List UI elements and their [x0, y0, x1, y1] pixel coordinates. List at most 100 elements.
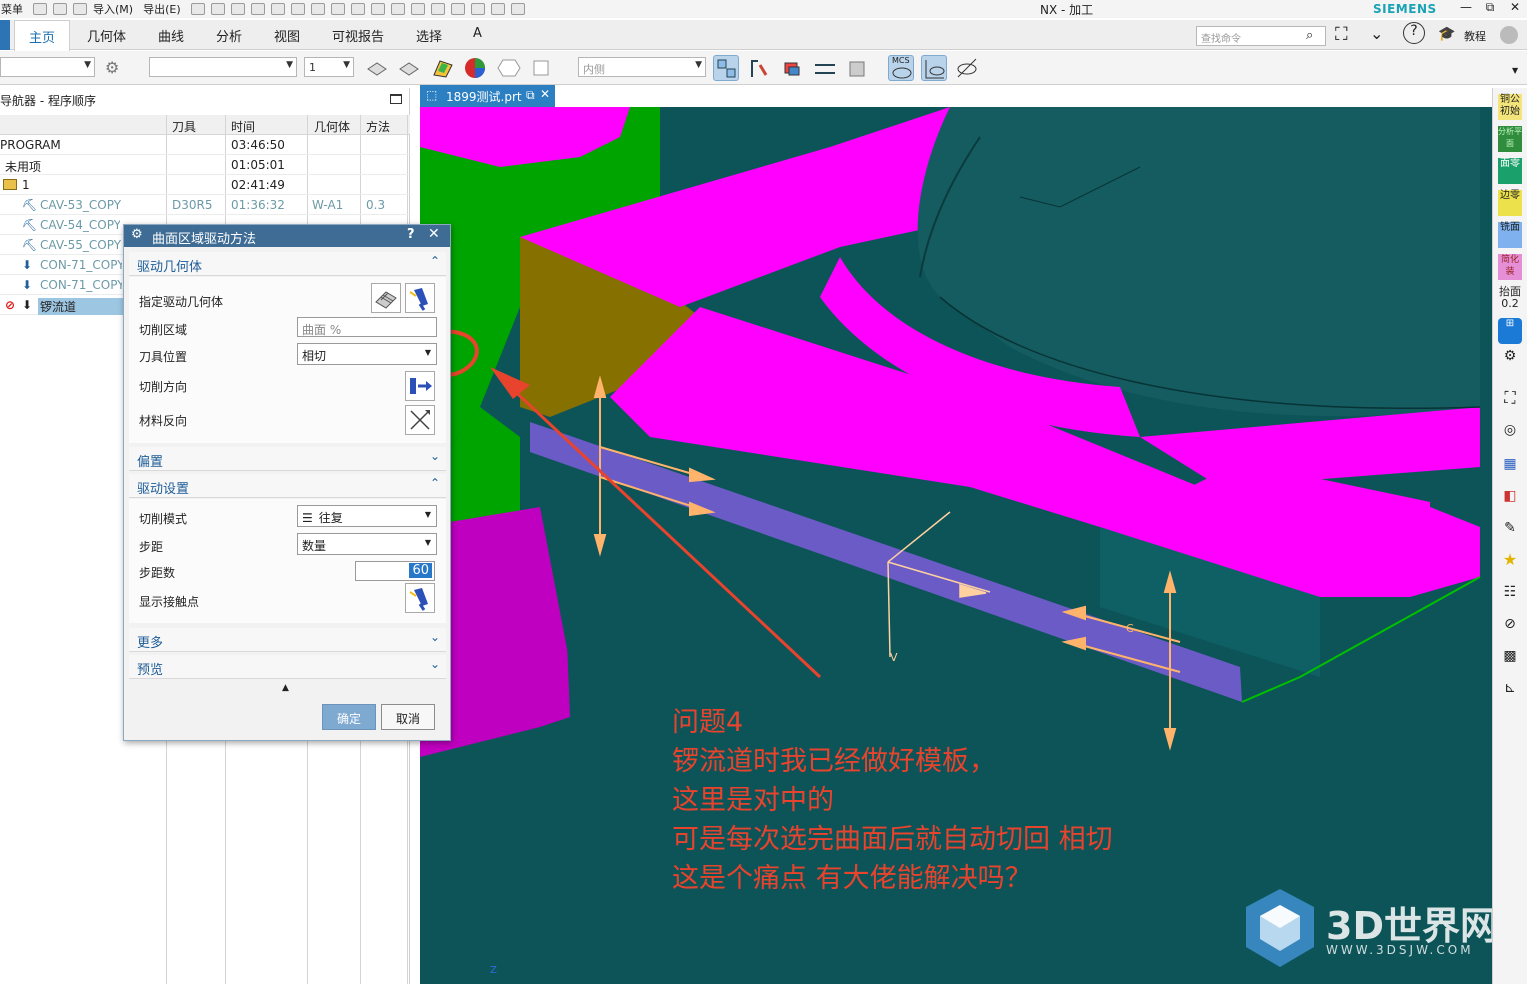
- machining-method-view-icon[interactable]: [812, 55, 838, 81]
- cut-pattern-select[interactable]: ☰ 往复 ▼: [297, 505, 437, 527]
- select-surface-button[interactable]: [371, 283, 401, 313]
- group-drive-settings[interactable]: 驱动设置 ⌃: [129, 474, 446, 498]
- axis-eye-icon[interactable]: ⊾: [1498, 681, 1522, 708]
- chevron-down-icon[interactable]: ⌄: [1370, 24, 1383, 43]
- new-file-icon[interactable]: [33, 3, 47, 15]
- hexagon-icon[interactable]: [496, 55, 522, 81]
- hide-eye-icon[interactable]: ◎: [1498, 423, 1522, 450]
- tab-selection[interactable]: 选择: [416, 26, 442, 45]
- trim-icon[interactable]: [490, 3, 505, 15]
- dialog-titlebar[interactable]: ⚙ 曲面区域驱动方法 ? ✕: [124, 225, 450, 247]
- tab-home[interactable]: 主页: [14, 20, 71, 51]
- part-file-tab[interactable]: ⬚ 1899测试.prt ⧉ ✕: [420, 85, 555, 107]
- group-more[interactable]: 更多 ⌄: [129, 628, 446, 652]
- tool-view-icon[interactable]: ✎: [1498, 521, 1522, 548]
- stepover-select[interactable]: 数量 ▼: [297, 533, 437, 555]
- window-icon[interactable]: [510, 3, 525, 15]
- program-view-icon[interactable]: ▦: [1498, 457, 1522, 484]
- tutorial-link[interactable]: 教程: [1464, 28, 1486, 44]
- geometry-view-icon[interactable]: [779, 55, 805, 81]
- sketch-icon[interactable]: [290, 3, 305, 15]
- tab-geometry[interactable]: 几何体: [87, 26, 126, 45]
- flashlight-icon[interactable]: [405, 283, 435, 313]
- dialog-close-button[interactable]: ✕: [428, 226, 440, 242]
- analysis-plane-icon[interactable]: 分析平面: [1498, 126, 1522, 152]
- import-menu[interactable]: 导入(M): [93, 1, 133, 17]
- maximize-icon[interactable]: [390, 94, 402, 104]
- count-combo[interactable]: 1 ▼: [304, 57, 354, 77]
- cut-area-field[interactable]: 曲面 %: [297, 317, 437, 337]
- group-preview[interactable]: 预览 ⌄: [129, 655, 446, 679]
- col-method[interactable]: 方法: [366, 118, 390, 135]
- curve-icon[interactable]: [250, 3, 265, 15]
- fullscreen-icon[interactable]: ⛶: [1335, 24, 1348, 45]
- feature-icon[interactable]: [330, 3, 345, 15]
- color-wheel-icon[interactable]: [462, 55, 488, 81]
- method-view-icon[interactable]: ☷: [1498, 585, 1522, 612]
- restore-button[interactable]: ⧉: [1480, 0, 1500, 15]
- collapse-arrow-icon[interactable]: ▲: [282, 683, 289, 693]
- copper-initial-icon[interactable]: 铜公初始: [1498, 94, 1522, 120]
- inner-side-combo[interactable]: 内侧 ▼: [578, 57, 706, 77]
- edge-zero-icon[interactable]: 边零: [1498, 190, 1522, 216]
- close-tab-icon[interactable]: ✕: [540, 87, 550, 101]
- tab-a[interactable]: A: [473, 26, 482, 41]
- table-row[interactable]: ⛏ CAV-53_COPY D30R5 01:36:32 W-A1 0.3: [0, 195, 410, 215]
- help-icon[interactable]: ?: [1403, 22, 1425, 44]
- ok-button[interactable]: 确定: [322, 704, 376, 730]
- col-tool[interactable]: 刀具: [172, 118, 196, 135]
- star-icon[interactable]: ★: [1498, 552, 1522, 580]
- settings-gear-icon[interactable]: ⚙: [105, 58, 119, 77]
- group-drive-geometry[interactable]: 驱动几何体 ⌃: [129, 252, 446, 276]
- color-palette-icon[interactable]: [430, 55, 456, 81]
- cut-direction-button[interactable]: [405, 371, 435, 401]
- cancel-button[interactable]: 取消: [381, 704, 435, 730]
- mill-face-icon[interactable]: 铣面: [1498, 222, 1522, 248]
- blend-icon[interactable]: [450, 3, 465, 15]
- pattern-icon[interactable]: [350, 3, 365, 15]
- help-button[interactable]: ?: [407, 227, 415, 242]
- block-icon[interactable]: [370, 3, 385, 15]
- machine-tool-view-icon[interactable]: [746, 55, 772, 81]
- menu-button[interactable]: 菜单: [1, 1, 23, 17]
- user-avatar[interactable]: [1500, 26, 1518, 44]
- graduation-cap-icon[interactable]: 🎓: [1438, 26, 1455, 42]
- tab-visual-report[interactable]: 可视报告: [332, 26, 384, 45]
- windows-icon[interactable]: ⊞: [1498, 318, 1522, 344]
- geometry-view-icon[interactable]: ◧: [1498, 489, 1522, 516]
- fit-view-icon[interactable]: ⛶: [1498, 390, 1522, 418]
- close-window-button[interactable]: ✕: [1505, 0, 1525, 14]
- tab-curve[interactable]: 曲线: [158, 26, 184, 45]
- sphere-icon[interactable]: [410, 3, 425, 15]
- shell-icon[interactable]: [430, 3, 445, 15]
- window-settings-icon[interactable]: ⚙: [1498, 349, 1522, 376]
- export-menu[interactable]: 导出(E): [143, 1, 181, 17]
- material-reverse-button[interactable]: [405, 405, 435, 435]
- hide-eye-icon[interactable]: [954, 55, 980, 81]
- tab-view[interactable]: 视图: [274, 26, 300, 45]
- open-file-icon[interactable]: [53, 3, 67, 15]
- col-geometry[interactable]: 几何体: [314, 118, 350, 135]
- point-icon[interactable]: [230, 3, 245, 15]
- selection-filter-combo[interactable]: ▼: [0, 57, 95, 77]
- tool-position-select[interactable]: 相切 ▼: [297, 343, 437, 365]
- cylinder-icon[interactable]: [390, 3, 405, 15]
- layer-settings-icon[interactable]: [396, 55, 422, 81]
- mcs-display-icon[interactable]: MCS: [888, 55, 914, 81]
- search-icon[interactable]: ⌕: [1306, 28, 1313, 43]
- undock-icon[interactable]: ⧉: [526, 88, 535, 103]
- minimize-button[interactable]: —: [1456, 0, 1476, 14]
- table-row[interactable]: PROGRAM 03:46:50: [0, 135, 410, 155]
- show-hide-icon[interactable]: ⊘: [1498, 617, 1522, 644]
- simplify-assembly-icon[interactable]: 简化装: [1498, 254, 1522, 280]
- toolbar-overflow-icon[interactable]: ▼: [1512, 66, 1518, 75]
- save-icon[interactable]: [190, 3, 205, 15]
- point-snap-icon[interactable]: [528, 55, 554, 81]
- step-count-input[interactable]: 60: [355, 561, 435, 581]
- table-row[interactable]: 未用项 01:05:01: [0, 155, 410, 175]
- tab-analysis[interactable]: 分析: [216, 26, 242, 45]
- chamfer-icon[interactable]: [470, 3, 485, 15]
- datum-icon[interactable]: [310, 3, 325, 15]
- grid-icon[interactable]: ▩: [1498, 649, 1522, 676]
- col-time[interactable]: 时间: [231, 118, 255, 135]
